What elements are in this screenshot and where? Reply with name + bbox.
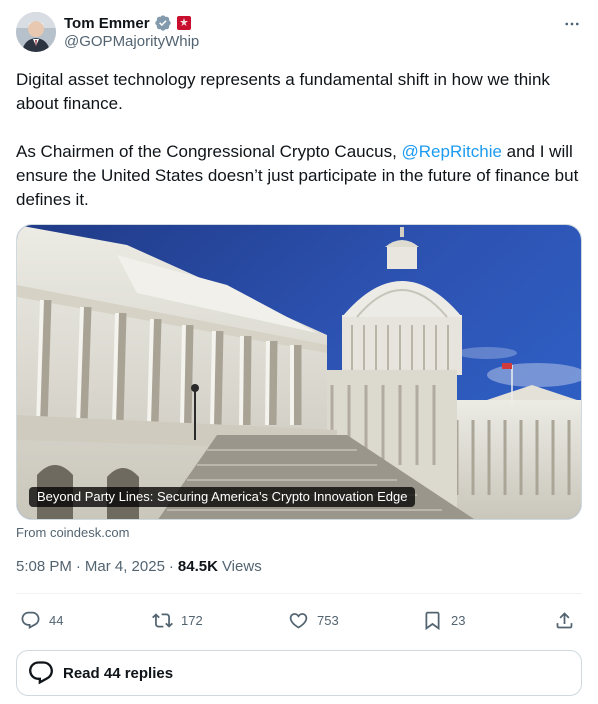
bookmark-count: 23 — [451, 612, 466, 628]
share-icon — [556, 611, 573, 628]
read-replies-button[interactable]: Read 44 replies — [16, 650, 582, 696]
bookmark-button[interactable]: 23 — [422, 606, 465, 634]
reply-icon — [21, 611, 40, 629]
tweet-text-part: As Chairmen of the Congressional Crypto … — [16, 142, 402, 161]
mention-link[interactable]: @RepRitchie — [402, 142, 502, 161]
avatar[interactable] — [16, 12, 56, 52]
repost-button[interactable]: 172 — [152, 606, 203, 634]
card-title: Beyond Party Lines: Securing America’s C… — [29, 487, 416, 507]
card-image — [17, 225, 581, 519]
meta-separator: · — [168, 558, 174, 575]
replies-bubble-icon — [29, 661, 53, 685]
tweet-paragraph-1: Digital asset technology represents a fu… — [16, 70, 550, 113]
views-count[interactable]: 84.5K — [178, 558, 218, 575]
author-handle[interactable]: @GOPMajorityWhip — [64, 33, 199, 50]
tweet-paragraph-2: As Chairmen of the Congressional Crypto … — [16, 140, 584, 212]
link-card[interactable]: Beyond Party Lines: Securing America’s C… — [16, 224, 582, 520]
action-bar: 44 172 753 23 — [16, 606, 582, 634]
tweet-date[interactable]: Mar 4, 2025 — [85, 558, 165, 575]
more-icon[interactable] — [562, 14, 582, 34]
author-name[interactable]: Tom Emmer — [64, 15, 150, 32]
like-button[interactable]: 753 — [288, 606, 339, 634]
repost-icon — [152, 612, 173, 628]
like-count: 753 — [317, 612, 339, 628]
tweet-time[interactable]: 5:08 PM — [16, 558, 72, 575]
repost-count: 172 — [181, 612, 203, 628]
reply-count: 44 — [49, 612, 64, 628]
read-replies-label: Read 44 replies — [63, 664, 174, 682]
tweet-meta: 5:08 PM · Mar 4, 2025 · 84.5K Views — [16, 558, 262, 575]
verified-badge-icon[interactable] — [154, 14, 172, 32]
meta-separator: · — [75, 558, 81, 575]
reply-button[interactable]: 44 — [20, 606, 63, 634]
government-affiliation-icon[interactable] — [176, 15, 192, 31]
avatar-photo — [16, 12, 56, 52]
like-icon — [289, 612, 308, 629]
card-source-link[interactable]: From coindesk.com — [16, 525, 129, 540]
author-name-row: Tom Emmer — [64, 13, 192, 33]
bookmark-icon — [425, 611, 440, 630]
views-label: Views — [221, 558, 262, 575]
tweet-text: Digital asset technology represents a fu… — [16, 68, 584, 212]
share-button[interactable] — [554, 606, 575, 634]
divider — [16, 593, 582, 594]
